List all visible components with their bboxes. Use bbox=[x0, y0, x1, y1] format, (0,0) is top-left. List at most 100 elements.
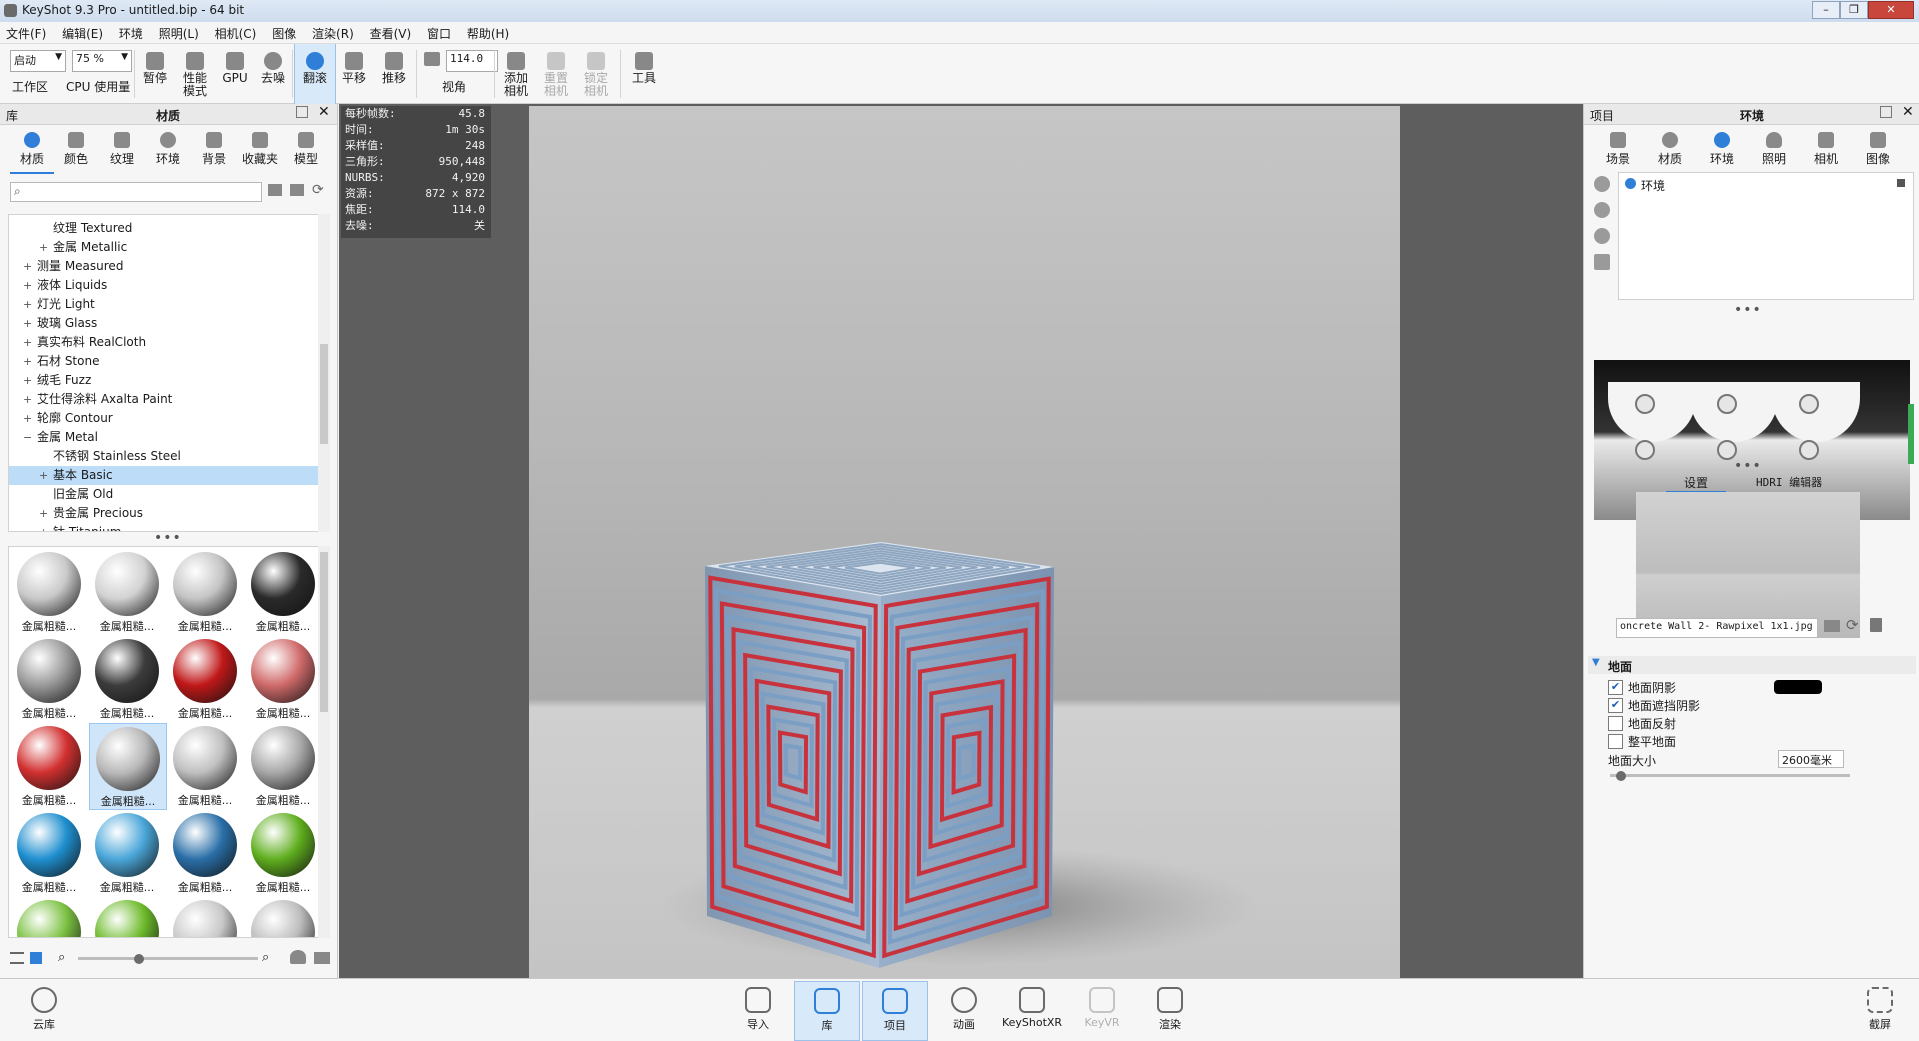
material-thumbnail[interactable]: 金属粗糙... bbox=[11, 723, 87, 808]
folder-open-icon[interactable] bbox=[268, 184, 282, 196]
tree-item[interactable]: + 灯光 Light bbox=[9, 295, 319, 314]
animation-button[interactable]: 动画 bbox=[932, 981, 996, 1039]
close-button[interactable]: ✕ bbox=[1868, 1, 1914, 19]
material-thumbnail[interactable]: 金属粗糙... bbox=[167, 897, 243, 937]
environment-image-preview[interactable] bbox=[1636, 492, 1860, 638]
zoom-in-icon[interactable]: ⌕ bbox=[262, 950, 269, 965]
environment-file-field[interactable]: oncrete Wall 2- Rawpixel 1x1.jpg bbox=[1616, 618, 1818, 638]
expand-icon[interactable]: + bbox=[39, 504, 48, 523]
tools-button[interactable]: 工具 bbox=[624, 44, 664, 104]
expand-icon[interactable]: + bbox=[39, 466, 48, 485]
expand-icon[interactable]: + bbox=[23, 333, 32, 352]
ground-shadows-checkbox[interactable]: ✔ bbox=[1608, 680, 1623, 695]
tab-materials[interactable]: 材质 bbox=[10, 130, 54, 174]
tree-item[interactable]: 纹理 Textured bbox=[9, 219, 319, 238]
material-thumbnail[interactable]: 金属粗糙... bbox=[245, 810, 321, 895]
menu-lighting[interactable]: 照明(L) bbox=[153, 22, 205, 45]
tree-item[interactable]: + 绒毛 Fuzz bbox=[9, 371, 319, 390]
minimize-button[interactable]: – bbox=[1812, 1, 1840, 19]
reset-camera-button[interactable]: 重置 相机 bbox=[536, 44, 576, 104]
material-thumbnail[interactable]: 金属粗糙... bbox=[89, 897, 165, 937]
float-panel-icon[interactable] bbox=[1880, 106, 1892, 118]
lock-icon[interactable] bbox=[1897, 179, 1905, 187]
expand-icon[interactable]: + bbox=[23, 295, 32, 314]
menu-environment[interactable]: 环境 bbox=[113, 22, 149, 45]
material-thumbnail[interactable]: 金属粗糙... bbox=[167, 636, 243, 721]
material-thumbnail[interactable]: 金属粗糙... bbox=[11, 810, 87, 895]
splitter-handle[interactable]: ••• bbox=[1734, 458, 1762, 474]
tree-item[interactable]: + 贵金属 Precious bbox=[9, 504, 319, 523]
thumbnail-size-knob[interactable] bbox=[134, 954, 144, 964]
duplicate-environment-icon[interactable] bbox=[1594, 202, 1610, 218]
tree-item[interactable]: + 真实布料 RealCloth bbox=[9, 333, 319, 352]
dolly-button[interactable]: 推移 bbox=[374, 44, 414, 104]
tab-scene[interactable]: 场景 bbox=[1596, 130, 1640, 172]
shadow-color-swatch[interactable] bbox=[1774, 680, 1822, 694]
tab-textures[interactable]: 纹理 bbox=[100, 130, 144, 172]
add-camera-button[interactable]: 添加 相机 bbox=[496, 44, 536, 104]
cloud-library-button[interactable]: 云库 bbox=[12, 981, 76, 1039]
material-thumbnail[interactable]: 金属粗糙... bbox=[245, 636, 321, 721]
denoise-button[interactable]: 去噪 bbox=[254, 44, 292, 104]
material-thumbnail[interactable]: 金属粗糙... bbox=[11, 549, 87, 634]
expand-icon[interactable]: + bbox=[23, 257, 32, 276]
ground-size-slider[interactable] bbox=[1610, 774, 1850, 777]
material-thumbnail[interactable]: 金属粗糙... bbox=[245, 723, 321, 808]
flatten-ground-checkbox[interactable] bbox=[1608, 734, 1623, 749]
menu-camera[interactable]: 相机(C) bbox=[209, 22, 263, 45]
trash-icon[interactable] bbox=[1594, 254, 1610, 270]
grid-view-icon[interactable] bbox=[30, 952, 42, 964]
tab-environment[interactable]: 环境 bbox=[1700, 130, 1744, 174]
thumbs-scrollbar[interactable] bbox=[318, 546, 330, 938]
pause-button[interactable]: 暂停 bbox=[136, 44, 174, 104]
keyvr-button[interactable]: KeyVR bbox=[1070, 981, 1134, 1039]
tree-item[interactable]: + 基本 Basic bbox=[9, 466, 319, 485]
tab-lighting[interactable]: 照明 bbox=[1752, 130, 1796, 172]
float-panel-icon[interactable] bbox=[296, 106, 308, 118]
expand-icon[interactable]: + bbox=[23, 314, 32, 333]
folder-add-icon[interactable] bbox=[290, 184, 304, 196]
folder-icon[interactable] bbox=[314, 952, 330, 964]
expand-icon[interactable]: + bbox=[23, 352, 32, 371]
tree-item[interactable]: − 金属 Metal bbox=[9, 428, 319, 447]
expand-icon[interactable]: + bbox=[39, 238, 48, 257]
maximize-button[interactable]: ❐ bbox=[1840, 1, 1868, 19]
menu-image[interactable]: 图像 bbox=[266, 22, 302, 45]
close-panel-icon[interactable]: ✕ bbox=[318, 104, 330, 120]
keyshotxr-button[interactable]: KeyShotXR bbox=[1000, 981, 1064, 1039]
project-button[interactable]: 项目 bbox=[862, 981, 928, 1041]
tree-item[interactable]: 不锈钢 Stainless Steel bbox=[9, 447, 319, 466]
tree-item[interactable]: + 测量 Measured bbox=[9, 257, 319, 276]
close-panel-icon[interactable]: ✕ bbox=[1902, 104, 1914, 120]
material-thumbnail[interactable]: 金属粗糙... bbox=[89, 723, 167, 810]
tab-camera[interactable]: 相机 bbox=[1804, 130, 1848, 172]
trash-icon[interactable] bbox=[1870, 618, 1882, 632]
hdri-pin-handle[interactable] bbox=[1799, 440, 1819, 460]
scroll-indicator[interactable] bbox=[1908, 404, 1914, 464]
expand-icon[interactable]: + bbox=[23, 276, 32, 295]
hdri-pin-handle[interactable] bbox=[1717, 394, 1737, 414]
splitter-handle[interactable]: ••• bbox=[1734, 302, 1762, 318]
expand-icon[interactable]: + bbox=[39, 523, 48, 531]
tree-item[interactable]: 旧金属 Old bbox=[9, 485, 319, 504]
tab-models[interactable]: 模型 bbox=[284, 130, 328, 172]
add-environment-icon[interactable] bbox=[1594, 176, 1610, 192]
material-thumbnail[interactable]: 金属粗糙... bbox=[89, 636, 165, 721]
hdri-pin-handle[interactable] bbox=[1635, 440, 1655, 460]
library-search-input[interactable]: ⌕ bbox=[10, 182, 262, 202]
tab-image[interactable]: 图像 bbox=[1856, 130, 1900, 172]
tab-colors[interactable]: 颜色 bbox=[54, 130, 98, 172]
material-thumbnail[interactable]: 金属粗糙... bbox=[11, 897, 87, 937]
workspace-select[interactable]: 启动 ▼ bbox=[10, 50, 66, 72]
fov-input[interactable]: 114.0 bbox=[446, 50, 498, 72]
hdri-pin-handle[interactable] bbox=[1799, 394, 1819, 414]
collapse-icon[interactable]: − bbox=[23, 428, 32, 447]
material-thumbnail[interactable]: 金属粗糙... bbox=[167, 810, 243, 895]
zoom-out-icon[interactable]: ⌕ bbox=[58, 950, 65, 965]
tree-item[interactable]: + 石材 Stone bbox=[9, 352, 319, 371]
material-thumbnail[interactable]: 金属粗糙... bbox=[167, 549, 243, 634]
refresh-icon[interactable]: ⟳ bbox=[312, 182, 324, 198]
render-image[interactable] bbox=[529, 106, 1400, 978]
library-button[interactable]: 库 bbox=[794, 981, 860, 1041]
tumble-button[interactable]: 翻滚 bbox=[294, 44, 336, 104]
